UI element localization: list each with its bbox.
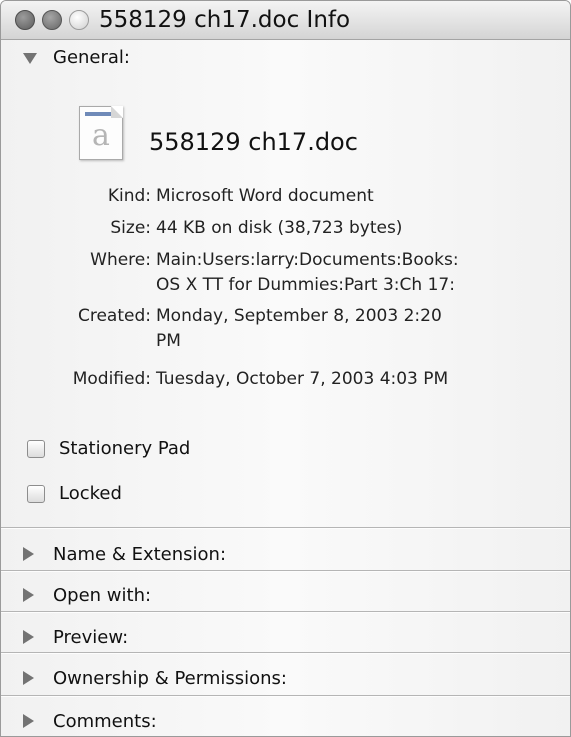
file-name: 558129 ch17.doc: [149, 128, 358, 156]
minimize-button[interactable]: [42, 10, 62, 30]
section-general-label: General:: [53, 47, 131, 68]
size-label: Size:: [110, 218, 151, 238]
where-value-line-1: Main:Users:larry:Documents:Books:: [156, 250, 459, 270]
stationery-pad-checkbox[interactable]: [27, 440, 45, 458]
info-content: General: a 558129 ch17.doc Kind: Microso…: [1, 40, 570, 736]
section-preview-header[interactable]: Preview:: [1, 620, 570, 656]
section-open-with-header[interactable]: Open with:: [1, 578, 570, 614]
title-bar[interactable]: 558129 ch17.doc Info: [1, 1, 570, 40]
disclosure-triangle-right-icon[interactable]: [23, 671, 34, 685]
section-preview-label: Preview:: [53, 627, 129, 648]
section-name-extension-label: Name & Extension:: [53, 544, 227, 565]
kind-value: Microsoft Word document: [156, 186, 374, 206]
modified-label: Modified:: [72, 369, 151, 389]
where-label: Where:: [90, 250, 151, 270]
section-open-with-label: Open with:: [53, 585, 152, 606]
word-document-icon: a: [79, 106, 123, 160]
disclosure-triangle-right-icon[interactable]: [23, 547, 34, 561]
section-divider: [1, 570, 570, 572]
section-divider: [1, 652, 570, 654]
section-comments-label: Comments:: [53, 711, 157, 732]
disclosure-triangle-down-icon[interactable]: [23, 53, 37, 64]
kind-label: Kind:: [107, 186, 151, 206]
close-button[interactable]: [15, 10, 35, 30]
stationery-pad-label[interactable]: Stationery Pad: [59, 437, 190, 461]
info-window: 558129 ch17.doc Info General: a 558129 c…: [0, 0, 571, 737]
section-divider: [1, 527, 570, 529]
section-ownership-permissions-header[interactable]: Ownership & Permissions:: [1, 661, 570, 697]
created-label: Created:: [77, 306, 151, 326]
section-ownership-permissions-label: Ownership & Permissions:: [53, 668, 287, 689]
created-value-line-1: Monday, September 8, 2003 2:20: [156, 306, 442, 326]
created-value-line-2: PM: [156, 331, 181, 351]
window-title: 558129 ch17.doc Info: [99, 7, 351, 33]
section-general-header[interactable]: General:: [1, 40, 570, 76]
section-divider: [1, 611, 570, 613]
zoom-button[interactable]: [69, 10, 89, 30]
where-value-line-2: OS X TT for Dummies:Part 3:Ch 17:: [156, 275, 455, 295]
section-name-extension-header[interactable]: Name & Extension:: [1, 537, 570, 573]
section-comments-header[interactable]: Comments:: [1, 704, 570, 736]
locked-checkbox[interactable]: [27, 485, 45, 503]
disclosure-triangle-right-icon[interactable]: [23, 630, 34, 644]
size-value: 44 KB on disk (38,723 bytes): [156, 218, 403, 238]
locked-label[interactable]: Locked: [59, 482, 122, 506]
section-divider: [1, 695, 570, 697]
disclosure-triangle-right-icon[interactable]: [23, 714, 34, 728]
disclosure-triangle-right-icon[interactable]: [23, 588, 34, 602]
modified-value: Tuesday, October 7, 2003 4:03 PM: [156, 369, 449, 389]
